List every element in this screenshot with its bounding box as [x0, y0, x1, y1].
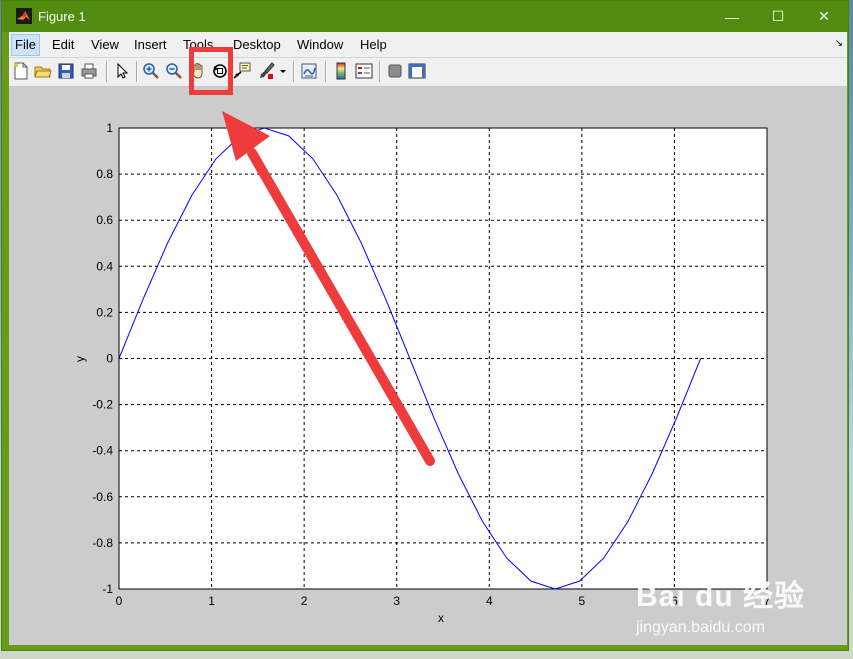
annotation-overlay: [222, 111, 435, 466]
watermark-url: jingyan.baidu.com: [635, 619, 765, 636]
baidu-logo: Bai du 经验: [635, 580, 805, 613]
baidu-watermark: Bai du 经验 jingyan.baidu.com: [636, 571, 805, 637]
figure-window: Figure 1 — ☐ ✕ File Edit View Insert Too…: [1, 0, 849, 651]
red-arrow-annotation: [222, 111, 435, 466]
